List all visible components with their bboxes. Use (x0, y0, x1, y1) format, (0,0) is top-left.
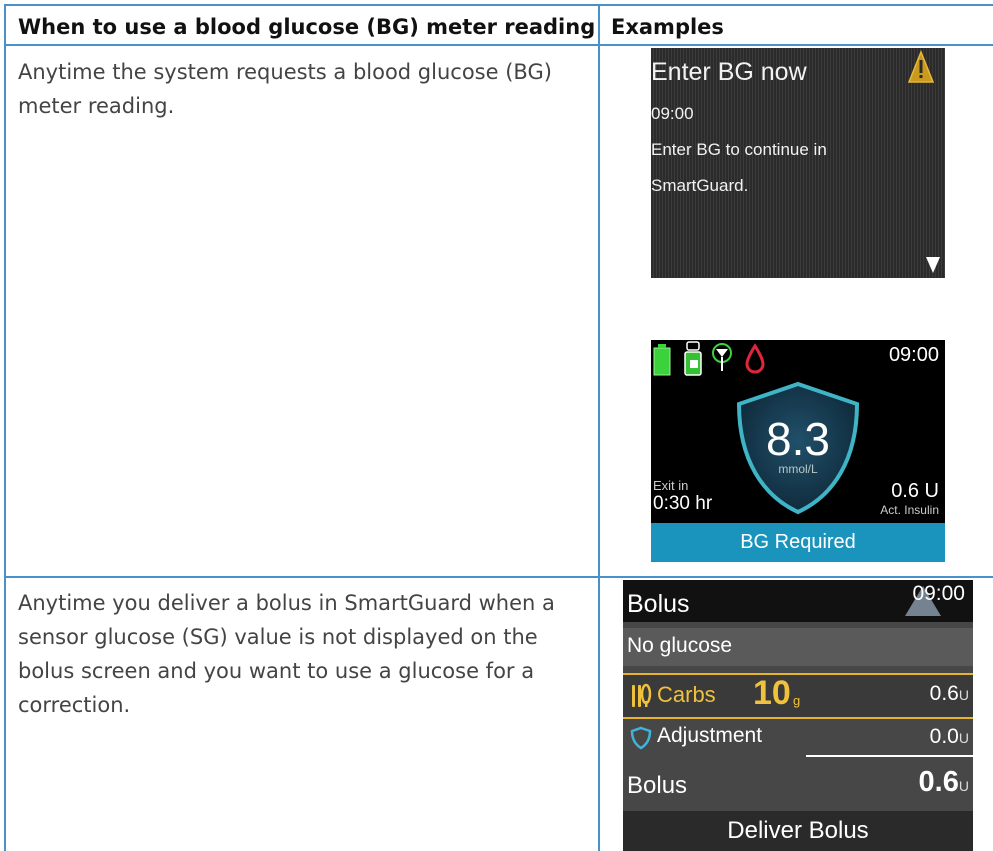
bolus-total-row: Bolus 0.6U (623, 762, 973, 806)
no-glucose-text: No glucose (627, 634, 733, 657)
deliver-bolus-button[interactable]: Deliver Bolus (623, 811, 973, 851)
warning-icon (907, 50, 935, 83)
carbs-label: Carbs (657, 682, 716, 707)
table-top-border (4, 4, 993, 6)
no-glucose-row: No glucose (623, 628, 973, 666)
bolus-time: 09:00 (912, 582, 965, 605)
unit-label: U (958, 778, 969, 794)
active-insulin-label: Act. Insulin (880, 503, 939, 517)
bolus-total-label: Bolus (627, 772, 688, 799)
adjustment-underline (806, 755, 973, 757)
adjustment-label: Adjustment (657, 724, 763, 747)
carbs-insulin: 0.6U (929, 682, 969, 705)
exit-timer: 0:30 hr (653, 493, 713, 514)
alert-message-line2: SmartGuard. (651, 176, 749, 195)
glucose-unit: mmol/L (778, 462, 818, 476)
carbs-value: 10 (753, 674, 791, 712)
row-2-description: Anytime you deliver a bolus in SmartGuar… (18, 591, 555, 717)
unit-label: U (958, 687, 969, 703)
table-row-border (4, 576, 993, 578)
sensor-connection-icon (712, 343, 732, 371)
status-bar-icons (653, 341, 765, 376)
row-1-description: Anytime the system requests a blood gluc… (18, 60, 552, 118)
home-screen-bg-required: 09:00 8.3 mmol/L Exit in 0:30 hr 0.6 U A… (651, 340, 945, 562)
exit-label: Exit in (653, 478, 689, 493)
carbs-unit: g (793, 693, 801, 708)
alert-time: 09:00 (651, 104, 694, 123)
bolus-title: Bolus (627, 590, 690, 618)
bolus-screen: Bolus 09:00 No glucose Carbs 10 g 0.6U A… (623, 580, 973, 851)
table-column-divider (598, 4, 600, 851)
bg-required-banner[interactable]: BG Required (651, 523, 945, 562)
alert-message-line1: Enter BG to continue in (651, 140, 827, 159)
bolus-total-value: 0.6U (918, 766, 969, 798)
shield-icon (630, 726, 652, 750)
clock: 09:00 (888, 344, 939, 366)
carbs-icon (632, 683, 652, 707)
active-insulin-value: 0.6 U (891, 480, 939, 502)
table-header-border (4, 44, 993, 46)
blood-drop-icon (745, 343, 765, 374)
battery-icon (653, 344, 671, 376)
unit-label: U (958, 730, 969, 746)
adjustment-row: Adjustment 0.0U (623, 719, 973, 757)
bolus-header: Bolus 09:00 (623, 580, 973, 622)
column-header-examples: Examples (611, 15, 724, 39)
enter-bg-alert-screen: Enter BG now 09:00 Enter BG to continue … (651, 48, 945, 278)
carbs-row[interactable]: Carbs 10 g 0.6U (623, 673, 973, 719)
adjustment-value: 0.0U (929, 725, 969, 748)
table-left-border (4, 4, 6, 851)
down-arrow-icon[interactable] (925, 256, 941, 274)
reservoir-icon (684, 341, 702, 376)
alert-title: Enter BG now (651, 58, 807, 86)
glucose-value: 8.3 (766, 413, 830, 465)
column-header-when: When to use a blood glucose (BG) meter r… (18, 15, 596, 39)
